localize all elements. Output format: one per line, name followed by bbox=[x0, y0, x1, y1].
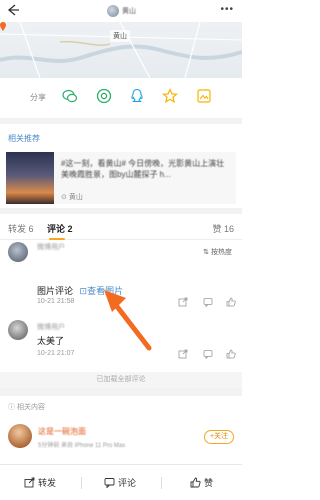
tab-bar: 转发 6 评论 2 赞 16 bbox=[0, 218, 242, 240]
related-user-card[interactable]: 这是一碗泡面 5分钟前 来自 iPhone 11 Pro Max +关注 bbox=[0, 418, 242, 458]
tab-repost[interactable]: 转发 6 bbox=[8, 222, 34, 235]
related-content-label: 相关内容 bbox=[16, 404, 45, 411]
comment-text: 图片评论 bbox=[37, 286, 74, 296]
share-icon[interactable] bbox=[178, 297, 188, 307]
commenter-name[interactable]: 微博用户 bbox=[37, 322, 65, 332]
comment-item: 微博用户 图片评论 ⊡查看图片 10-21 21:58 bbox=[0, 240, 242, 307]
map-pin-icon bbox=[0, 22, 6, 31]
like-icon[interactable] bbox=[226, 349, 236, 359]
back-arrow-icon[interactable] bbox=[6, 3, 20, 17]
avatar[interactable] bbox=[8, 424, 32, 448]
related-content-title: ⓘ 相关内容 bbox=[8, 402, 45, 412]
section-divider bbox=[0, 388, 242, 396]
follow-button[interactable]: +关注 bbox=[204, 430, 234, 444]
page-title: 黄山 bbox=[122, 8, 136, 15]
avatar[interactable] bbox=[8, 242, 28, 262]
comment-text: 太美了 bbox=[37, 336, 65, 346]
section-divider bbox=[0, 208, 242, 214]
repost-button[interactable]: 转发 bbox=[24, 476, 56, 489]
repost-icon bbox=[24, 477, 35, 488]
comment-button[interactable]: 评论 bbox=[104, 476, 136, 489]
reply-icon[interactable] bbox=[203, 297, 213, 307]
top-bar: 黄山 ••• bbox=[0, 0, 242, 22]
loaded-all-notice: 已加载全部评论 bbox=[0, 372, 242, 388]
like-icon[interactable] bbox=[226, 297, 236, 307]
comment-label: 评论 bbox=[118, 478, 137, 488]
thumbs-up-icon bbox=[190, 477, 201, 488]
avatar[interactable] bbox=[8, 320, 28, 340]
more-icon[interactable]: ••• bbox=[220, 4, 234, 15]
comment-item: 微博用户 太美了 10-21 21:07 bbox=[0, 320, 242, 364]
related-user-meta: 5分钟前 来自 iPhone 11 Pro Max bbox=[38, 443, 126, 449]
location-map[interactable]: 黄山 bbox=[0, 22, 242, 78]
commenter-name[interactable]: 微博用户 bbox=[37, 242, 65, 252]
section-divider bbox=[0, 118, 242, 124]
related-recommend-title: 相关推荐 bbox=[8, 134, 40, 143]
recommend-thumbnail bbox=[6, 152, 54, 204]
map-location-label: 黄山 bbox=[110, 30, 130, 42]
favorite-icon[interactable] bbox=[162, 88, 178, 104]
recommend-location-label: 黄山 bbox=[68, 194, 83, 201]
like-label: 赞 bbox=[204, 478, 214, 488]
recommend-location: ⊙ 黄山 bbox=[61, 192, 83, 202]
comment-icon bbox=[104, 478, 115, 488]
bottom-action-bar: 转发 评论 赞 bbox=[0, 464, 242, 500]
divider bbox=[81, 477, 82, 489]
qq-icon[interactable] bbox=[129, 88, 145, 104]
avatar[interactable] bbox=[107, 5, 119, 17]
share-icon[interactable] bbox=[178, 349, 188, 359]
wechat-icon[interactable] bbox=[62, 88, 78, 104]
share-label: 分享 bbox=[30, 93, 46, 102]
share-row: 分享 bbox=[0, 84, 242, 108]
info-icon: ⓘ bbox=[8, 404, 15, 411]
recommend-text: #这一刻，看黄山# 今日傍晚，光影黄山上演壮美晚霞胜景，图by山麓探子 h... bbox=[61, 159, 225, 179]
tab-comments[interactable]: 评论 2 bbox=[47, 222, 73, 235]
comment-body: 图片评论 ⊡查看图片 bbox=[37, 284, 123, 297]
tab-likes[interactable]: 赞 16 bbox=[212, 222, 234, 235]
location-icon: ⊙ bbox=[61, 194, 67, 201]
reply-icon[interactable] bbox=[203, 349, 213, 359]
recommend-card[interactable]: #这一刻，看黄山# 今日傍晚，光影黄山上演壮美晚霞胜景，图by山麓探子 h...… bbox=[6, 152, 236, 204]
comment-time: 10-21 21:58 bbox=[37, 298, 75, 305]
comment-time: 10-21 21:07 bbox=[37, 350, 75, 357]
repost-label: 转发 bbox=[38, 478, 57, 488]
like-button[interactable]: 赞 bbox=[190, 476, 213, 489]
related-user-name[interactable]: 这是一碗泡面 bbox=[38, 426, 86, 437]
moments-icon[interactable] bbox=[96, 88, 112, 104]
view-image-label: 查看图片 bbox=[87, 286, 124, 296]
view-image-link[interactable]: ⊡查看图片 bbox=[80, 286, 124, 296]
divider bbox=[161, 477, 162, 489]
save-image-icon[interactable] bbox=[196, 88, 212, 104]
image-icon: ⊡ bbox=[79, 286, 88, 296]
